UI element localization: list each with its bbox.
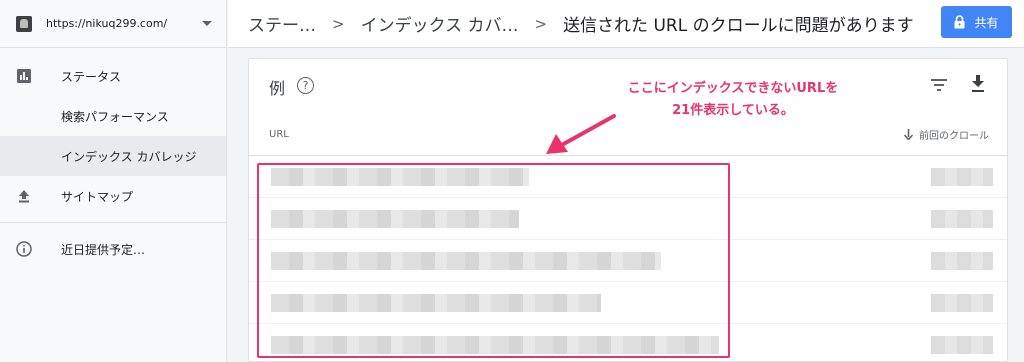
sidebar-item-label: インデックス カバレッジ [61, 149, 197, 164]
lock-icon [954, 15, 965, 29]
filter-icon[interactable] [931, 79, 947, 91]
sidebar-nav: ステータス 検索パフォーマンス インデックス カバレッジ サイトマップ 近日提供… [0, 48, 226, 269]
bar-chart-icon [16, 68, 32, 84]
breadcrumb-status[interactable]: ステー… [248, 11, 316, 36]
blurred-date [931, 168, 993, 186]
sidebar: https://nikuq299.com/ ステータス 検索パフォーマンス イン… [0, 0, 227, 362]
upload-icon [16, 188, 32, 204]
help-icon[interactable]: ? [297, 77, 314, 94]
blurred-date [931, 210, 993, 228]
breadcrumb-index-coverage[interactable]: インデックス カバ… [361, 11, 519, 36]
annotation-line: 21件表示している。 [672, 103, 794, 118]
column-label: 前回のクロール [919, 131, 989, 142]
chevron-right-icon: > [332, 14, 345, 33]
site-favicon-icon [16, 15, 32, 32]
top-bar: ステー… > インデックス カバ… > 送信された URL のクロールに問題があ… [228, 0, 1024, 48]
sidebar-item-index-coverage[interactable]: インデックス カバレッジ [0, 136, 226, 176]
blurred-date [931, 252, 993, 270]
share-label: 共有 [974, 15, 999, 30]
sidebar-item-sitemaps[interactable]: サイトマップ [0, 176, 226, 216]
blurred-date [931, 336, 993, 354]
sidebar-item-label: 検索パフォーマンス [61, 109, 169, 124]
blurred-date [931, 294, 993, 312]
property-selector[interactable]: https://nikuq299.com/ [0, 0, 226, 48]
column-header-last-crawl[interactable]: 前回のクロール [904, 127, 989, 142]
sidebar-item-search-performance[interactable]: 検索パフォーマンス [0, 96, 226, 136]
annotation-arrow-icon [546, 114, 616, 154]
arrow-down-icon [904, 129, 913, 140]
card-title: 例 [269, 79, 286, 98]
highlight-box [257, 163, 730, 358]
sidebar-item-label: サイトマップ [61, 189, 134, 204]
annotation-text: ここにインデックスできないURLを 21件表示している。 [618, 78, 848, 122]
chevron-right-icon: > [534, 14, 548, 33]
divider [0, 222, 226, 223]
sidebar-item-coming-soon[interactable]: 近日提供予定… [0, 229, 226, 269]
property-url: https://nikuq299.com/ [46, 17, 168, 30]
sidebar-item-status[interactable]: ステータス [0, 56, 226, 96]
download-icon[interactable] [971, 75, 985, 93]
sidebar-item-label: ステータス [61, 69, 122, 84]
annotation-line: ここにインデックスできないURLを [627, 81, 839, 96]
page-title: 送信された URL のクロールに問題があります [563, 16, 914, 36]
share-button[interactable]: 共有 [941, 6, 1012, 38]
info-icon [16, 241, 32, 257]
chevron-down-icon[interactable] [202, 21, 212, 26]
column-header-url[interactable]: URL [269, 129, 289, 140]
sidebar-item-label: 近日提供予定… [61, 242, 146, 257]
